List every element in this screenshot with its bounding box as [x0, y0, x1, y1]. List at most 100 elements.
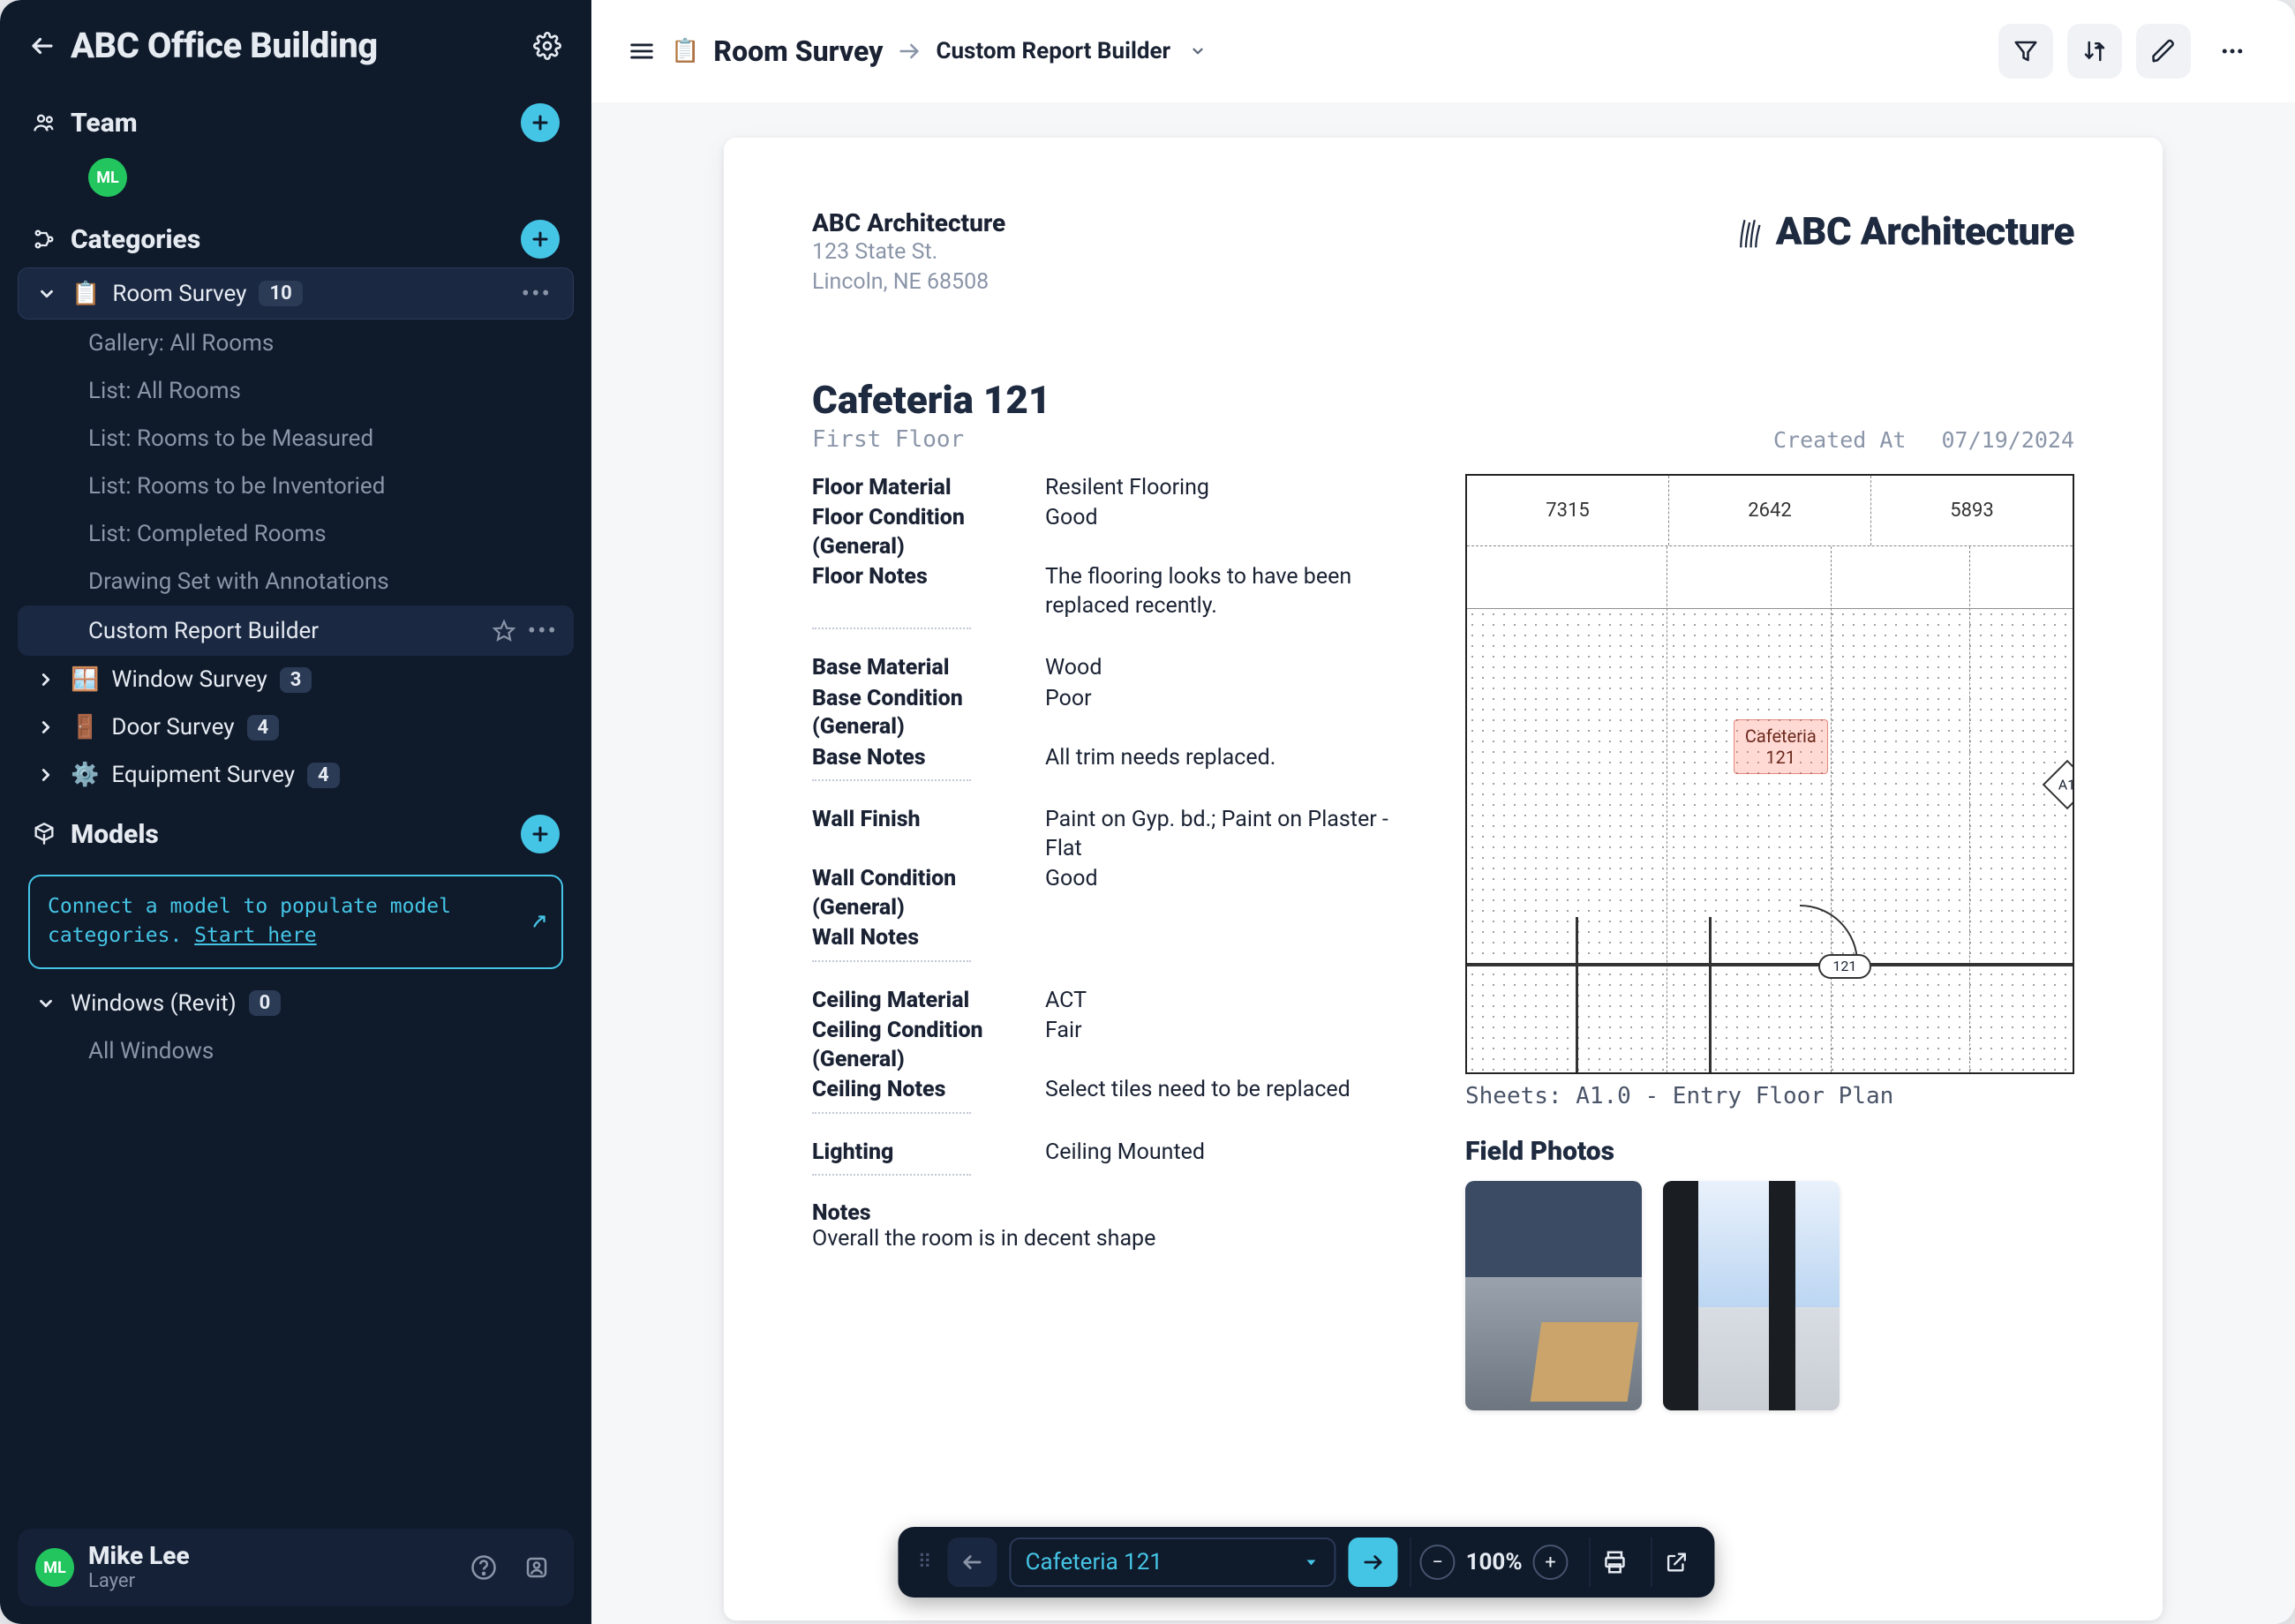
field-label: Base Notes	[812, 744, 1024, 773]
firm-address-2: Lincoln, NE 68508	[812, 267, 1005, 297]
field-label: Ceiling Condition (General)	[812, 1017, 1024, 1074]
category-label: Door Survey	[111, 714, 234, 741]
field-value: Good	[1045, 865, 1412, 922]
chevron-down-icon	[1303, 1553, 1321, 1571]
firm-address-1: 123 State St.	[812, 237, 1005, 267]
preview-toolbar: ⠿ Cafeteria 121 − 100% +	[898, 1527, 1714, 1598]
project-settings-button[interactable]	[530, 28, 565, 64]
print-button[interactable]	[1590, 1538, 1639, 1587]
window-icon: 🪟	[71, 668, 99, 691]
favorite-button[interactable]	[493, 620, 515, 643]
count-badge: 10	[259, 281, 302, 306]
model-all-windows[interactable]: All Windows	[18, 1027, 574, 1075]
main-pane: 📋 Room Survey Custom Report Builder	[591, 0, 2295, 1624]
created-meta: Created At 07/19/2024	[1773, 427, 2074, 453]
dots-icon	[2219, 38, 2246, 64]
user-org: Layer	[88, 1570, 450, 1592]
category-room-survey[interactable]: 📋 Room Survey 10 •••	[18, 267, 574, 320]
hamburger-button[interactable]	[627, 36, 657, 66]
field-photos-title: Field Photos	[1465, 1136, 2074, 1167]
chevron-down-icon	[1190, 43, 1206, 59]
view-completed-rooms[interactable]: List: Completed Rooms	[18, 510, 574, 558]
record-selector[interactable]: Cafeteria 121	[1010, 1538, 1336, 1587]
view-rooms-to-be-inventoried[interactable]: List: Rooms to be Inventoried	[18, 462, 574, 510]
field-label: Floor Material	[812, 474, 1024, 503]
sheet-caption: Sheets: A1.0 - Entry Floor Plan	[1465, 1083, 2074, 1109]
open-external-button[interactable]	[1652, 1538, 1701, 1587]
sidebar-header: ABC Office Building	[0, 0, 591, 87]
field-value: All trim needs replaced.	[1045, 744, 1412, 773]
category-window-survey[interactable]: 🪟 Window Survey 3	[18, 656, 574, 703]
category-equipment-survey[interactable]: ⚙️ Equipment Survey 4	[18, 751, 574, 799]
logo-mark-icon	[1737, 214, 1767, 249]
plan-dim-1: 2642	[1669, 476, 1871, 545]
sort-button[interactable]	[2067, 24, 2122, 79]
created-label: Created At	[1773, 427, 1907, 453]
plus-icon	[530, 229, 551, 250]
category-more-button[interactable]: •••	[516, 279, 557, 308]
plan-dim-2: 5893	[1871, 476, 2073, 545]
view-custom-report-builder[interactable]: Custom Report Builder •••	[18, 605, 574, 656]
hamburger-icon	[627, 36, 657, 66]
section-models-header: Models	[18, 799, 574, 862]
field-value: ACT	[1045, 987, 1412, 1016]
chevron-down-icon	[34, 284, 59, 304]
view-more-button[interactable]: •••	[528, 616, 558, 645]
team-icon	[32, 110, 56, 135]
section-categories-header: Categories	[18, 204, 574, 267]
field-value: Wood	[1045, 654, 1412, 683]
connect-model-callout[interactable]: Connect a model to populate model catego…	[28, 875, 563, 969]
zoom-out-button[interactable]: −	[1420, 1545, 1456, 1580]
team-member-row[interactable]: ML	[18, 151, 574, 204]
room-floor: First Floor	[812, 426, 1738, 453]
drag-handle[interactable]: ⠿	[912, 1552, 935, 1574]
add-team-button[interactable]	[521, 103, 560, 142]
content-area[interactable]: ABC Architecture 123 State St. Lincoln, …	[591, 102, 2295, 1624]
field-label: Wall Condition (General)	[812, 865, 1024, 922]
categories-icon	[32, 227, 56, 252]
equipment-icon: ⚙️	[71, 763, 99, 786]
view-drawing-set-annotations[interactable]: Drawing Set with Annotations	[18, 558, 574, 605]
next-record-button[interactable]	[1349, 1538, 1398, 1587]
more-button[interactable]	[2205, 24, 2260, 79]
brand-logo: ABC Architecture	[1737, 208, 2074, 254]
user-icon	[523, 1554, 550, 1581]
breadcrumb-dropdown[interactable]	[1185, 43, 1206, 59]
add-model-button[interactable]	[521, 815, 560, 853]
account-button[interactable]	[517, 1548, 556, 1587]
field-label: Ceiling Notes	[812, 1076, 1024, 1105]
photo-grid	[1465, 1181, 2074, 1410]
chevron-right-icon	[34, 718, 58, 737]
model-windows-revit[interactable]: Windows (Revit) 0	[18, 980, 574, 1027]
callout-link[interactable]: Start here	[194, 924, 316, 947]
field-photo[interactable]	[1465, 1181, 1642, 1410]
view-rooms-to-be-measured[interactable]: List: Rooms to be Measured	[18, 415, 574, 462]
field-value: Select tiles need to be replaced	[1045, 1076, 1412, 1105]
section-team-header: Team	[18, 87, 574, 151]
print-icon	[1601, 1549, 1628, 1575]
plus-icon	[530, 112, 551, 133]
zoom-in-button[interactable]: +	[1533, 1545, 1569, 1580]
field-label: Floor Notes	[812, 563, 1024, 620]
field-label: Wall Finish	[812, 806, 1024, 863]
breadcrumb-main[interactable]: Room Survey	[713, 34, 883, 68]
notes-label: Notes	[812, 1200, 1412, 1226]
view-list-all-rooms[interactable]: List: All Rooms	[18, 367, 574, 415]
arrow-left-icon	[29, 33, 56, 59]
view-gallery-all-rooms[interactable]: Gallery: All Rooms	[18, 320, 574, 367]
door-tag: 121	[1818, 954, 1871, 979]
breadcrumb-sub[interactable]: Custom Report Builder	[936, 38, 1170, 64]
help-button[interactable]	[464, 1548, 503, 1587]
edit-button[interactable]	[2136, 24, 2191, 79]
field-value: Ceiling Mounted	[1045, 1139, 1412, 1168]
add-category-button[interactable]	[521, 220, 560, 259]
details-column: Floor MaterialResilent FlooringFloor Con…	[812, 474, 1412, 1410]
field-value: Resilent Flooring	[1045, 474, 1412, 503]
filter-button[interactable]	[1998, 24, 2053, 79]
back-button[interactable]	[26, 30, 58, 62]
prev-record-button[interactable]	[948, 1538, 997, 1587]
field-photo[interactable]	[1663, 1181, 1840, 1410]
arrow-left-icon	[961, 1551, 984, 1574]
category-door-survey[interactable]: 🚪 Door Survey 4	[18, 703, 574, 751]
model-label: Windows (Revit)	[71, 990, 237, 1017]
